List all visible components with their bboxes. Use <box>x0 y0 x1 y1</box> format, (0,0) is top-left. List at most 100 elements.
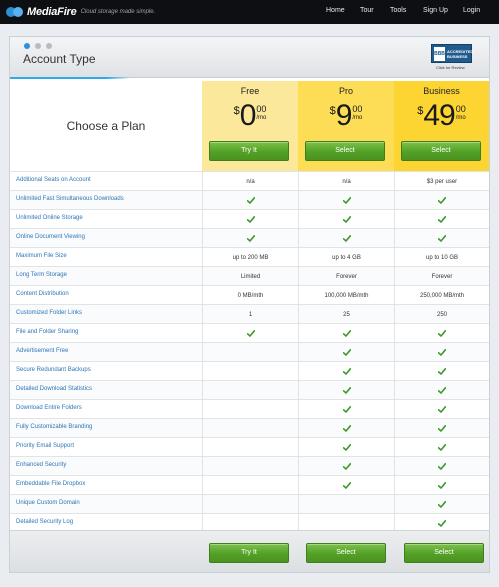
feature-label[interactable]: Download Entire Folders <box>16 405 82 411</box>
feature-label[interactable]: Unlimited Online Storage <box>16 215 83 221</box>
footer-pro-select-button[interactable]: Select <box>306 543 386 563</box>
pro-value: Forever <box>298 267 394 286</box>
table-row: Customized Folder Links 1 25 250 <box>10 304 489 324</box>
brand-name: MediaFire <box>27 6 77 18</box>
business-select-button[interactable]: Select <box>401 141 481 161</box>
business-included <box>394 362 489 381</box>
table-row: Fully Customizable Branding <box>10 418 489 438</box>
feature-label[interactable]: Maximum File Size <box>16 253 67 259</box>
footer-business-select-button[interactable]: Select <box>404 543 484 563</box>
table-row: Maximum File Size up to 200 MB up to 4 GB u… <box>10 247 489 267</box>
nav-tour[interactable]: Tour <box>360 7 374 14</box>
checkmark-icon <box>342 444 351 451</box>
free-value: Limited <box>202 267 298 286</box>
free-value <box>202 457 298 476</box>
free-value <box>202 343 298 362</box>
nav-tools[interactable]: Tools <box>390 7 406 14</box>
checkmark-icon <box>438 482 446 489</box>
account-type-panel: Account Type BBB ACCREDITED BUSINESS Cli… <box>9 36 490 573</box>
pro-included <box>298 438 394 457</box>
checkmark-icon <box>246 216 255 223</box>
free-included <box>202 210 298 229</box>
nav-login[interactable]: Login <box>463 7 480 14</box>
table-row: Additional Seats on Account n/a n/a $3 per … <box>10 171 489 191</box>
feature-label[interactable]: Priority Email Support <box>16 443 74 449</box>
checkmark-icon <box>438 406 446 413</box>
checkmark-icon <box>342 216 351 223</box>
checkmark-icon <box>438 197 446 204</box>
pro-included <box>298 476 394 495</box>
feature-label[interactable]: Advertisement Free <box>16 348 68 354</box>
bbb-badge-text: ACCREDITED BUSINESS <box>447 49 473 59</box>
pro-value: 25 <box>298 305 394 324</box>
free-value <box>202 495 298 514</box>
feature-label[interactable]: Detailed Security Log <box>16 519 73 525</box>
free-value: 0 MB/mth <box>202 286 298 305</box>
price-fraction: 00 /mo <box>456 101 466 131</box>
bbb-accredited-badge[interactable]: BBB ACCREDITED BUSINESS Click for Review <box>431 44 473 71</box>
price-period: /mo <box>352 115 363 121</box>
pro-included <box>298 229 394 248</box>
feature-label[interactable]: Secure Redundant Backups <box>16 367 91 373</box>
pro-included <box>298 381 394 400</box>
checkmark-icon <box>342 406 351 413</box>
free-included <box>202 324 298 343</box>
pro-included <box>298 191 394 210</box>
step-dot <box>46 43 52 49</box>
bbb-review-link[interactable]: Click for Review <box>436 65 465 70</box>
nav-sign-up[interactable]: Sign Up <box>423 7 448 14</box>
table-row: Unique Custom Domain <box>10 494 489 514</box>
feature-label[interactable]: Additional Seats on Account <box>16 177 91 183</box>
plan-name: Pro <box>338 86 353 96</box>
business-included <box>394 381 489 400</box>
checkmark-icon <box>246 330 255 337</box>
feature-label[interactable]: Fully Customizable Branding <box>16 424 92 430</box>
table-row: Secure Redundant Backups <box>10 361 489 381</box>
table-row: Long Term Storage Limited Forever Forever <box>10 266 489 286</box>
business-included <box>394 476 489 495</box>
feature-label[interactable]: Online Document Viewing <box>16 234 85 240</box>
business-value: 250,000 MB/mth <box>394 286 489 305</box>
mediafire-logo[interactable]: MediaFire Cloud storage made simple. <box>6 3 155 21</box>
bbb-seal-icon: BBB <box>434 47 445 61</box>
feature-label[interactable]: Enhanced Security <box>16 462 66 468</box>
feature-label[interactable]: Unlimited Fast Simultaneous Downloads <box>16 196 124 202</box>
table-row: Online Document Viewing <box>10 228 489 248</box>
bbb-line-2: BUSINESS <box>447 54 468 59</box>
plan-price: $ 0 00 /mo <box>202 101 298 131</box>
business-value: $3 per user <box>394 172 489 191</box>
feature-label[interactable]: Content Distribution <box>16 291 69 297</box>
free-try-it-button[interactable]: Try It <box>209 141 289 161</box>
business-included <box>394 343 489 362</box>
checkmark-icon <box>438 349 446 356</box>
pro-included <box>298 210 394 229</box>
business-value: up to 10 GB <box>394 248 489 267</box>
table-row: Enhanced Security <box>10 456 489 476</box>
free-value <box>202 476 298 495</box>
footer-free-try-it-button[interactable]: Try It <box>209 543 289 563</box>
feature-label[interactable]: Detailed Download Statistics <box>16 386 92 392</box>
bbb-badge-box: BBB ACCREDITED BUSINESS <box>431 44 473 63</box>
feature-label[interactable]: File and Folder Sharing <box>16 329 78 335</box>
free-included <box>202 229 298 248</box>
price-cents: 00 <box>352 104 363 114</box>
plan-price: $ 49 00 /mo <box>394 101 489 131</box>
feature-label[interactable]: Long Term Storage <box>16 272 67 278</box>
business-value: Forever <box>394 267 489 286</box>
feature-label[interactable]: Customized Folder Links <box>16 310 82 316</box>
checkmark-icon <box>342 387 351 394</box>
free-value: 1 <box>202 305 298 324</box>
pro-included <box>298 324 394 343</box>
panel-header: Account Type BBB ACCREDITED BUSINESS Cli… <box>10 37 489 78</box>
checkmark-icon <box>438 425 446 432</box>
choose-plan-label: Choose a Plan <box>66 119 146 133</box>
feature-label[interactable]: Embeddable File Dropbox <box>16 481 85 487</box>
pro-select-button[interactable]: Select <box>305 141 385 161</box>
free-value <box>202 400 298 419</box>
table-row: Unlimited Online Storage <box>10 209 489 229</box>
feature-label[interactable]: Unique Custom Domain <box>16 500 80 506</box>
price-cents: 00 <box>455 104 466 114</box>
checkmark-icon <box>438 216 446 223</box>
pro-value: up to 4 GB <box>298 248 394 267</box>
nav-home[interactable]: Home <box>326 7 345 14</box>
